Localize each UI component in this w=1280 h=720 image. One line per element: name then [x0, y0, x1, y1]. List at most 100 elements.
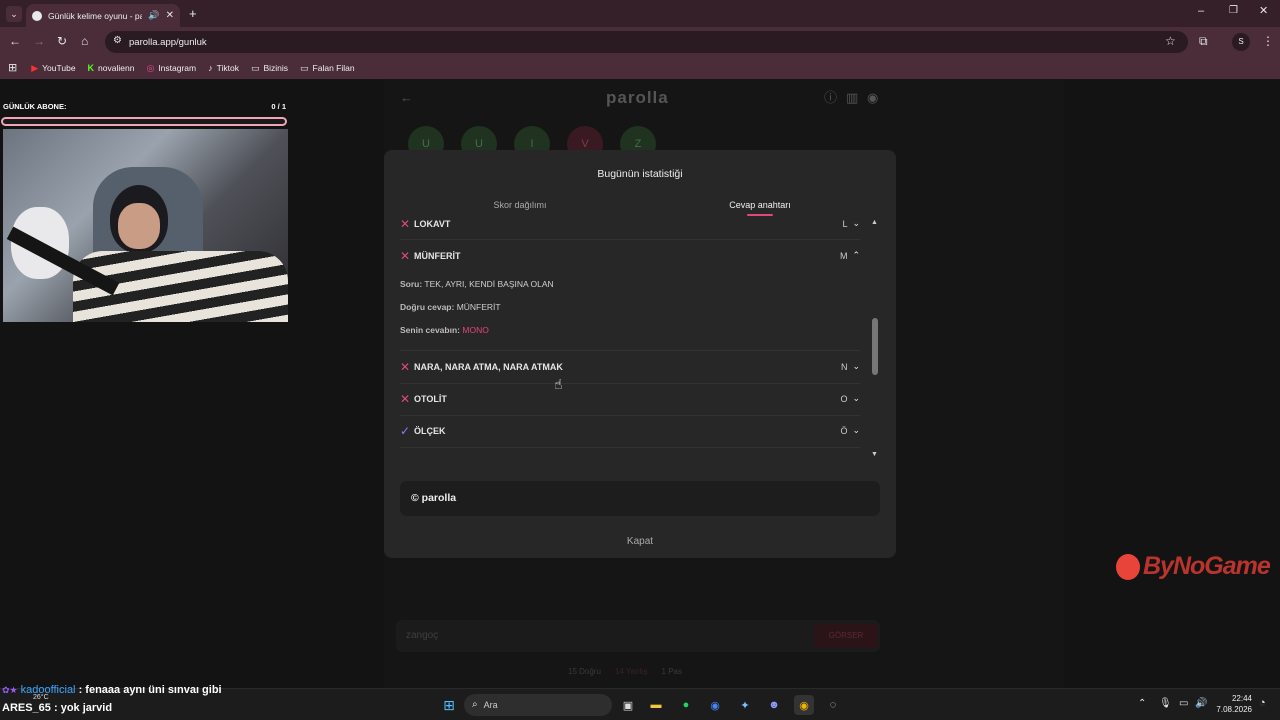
bookmark-youtube[interactable]: ▶ YouTube	[31, 63, 75, 73]
app-back-icon[interactable]: ←	[400, 91, 413, 104]
obs-icon[interactable]: ◌	[823, 695, 843, 715]
answer-letter: N	[840, 362, 848, 372]
profile-avatar[interactable]: S	[1232, 33, 1250, 51]
clock-time[interactable]: 22:44	[1214, 694, 1252, 703]
instagram-icon: ◎	[146, 62, 155, 73]
chrome-active-icon[interactable]: ◉	[794, 695, 814, 715]
notifications-icon[interactable]: ◔	[1259, 698, 1266, 709]
your-answer-line: Senin cevabın: MONO	[400, 325, 489, 335]
webcam-feed	[3, 129, 288, 322]
your-answer-label: Senin cevabın:	[400, 325, 460, 335]
task-view-icon[interactable]: ▣	[618, 695, 638, 715]
network-icon[interactable]: ▭	[1179, 699, 1188, 709]
answer-row[interactable]: ✕ MÜNFERİT M ⌃	[400, 246, 860, 266]
browser-menu-icon[interactable]: ⋮	[1262, 35, 1274, 47]
pass-count: 1 Pas	[661, 667, 683, 676]
answer-letter: M	[839, 251, 848, 261]
file-explorer-icon[interactable]: ▬	[646, 695, 666, 715]
discord-icon[interactable]: ☻	[764, 695, 784, 715]
bookmark-novalienn[interactable]: Knovalienn	[88, 63, 135, 73]
apps-grid-icon[interactable]: ⊞	[8, 62, 17, 74]
extensions-icon[interactable]: ⧉	[1199, 35, 1208, 47]
volume-icon[interactable]: 🔊	[1195, 699, 1207, 709]
answer-word: NARA, NARA ATMA, NARA ATMAK	[414, 362, 563, 372]
chat-text: : yok jarvid	[50, 702, 113, 714]
close-button[interactable]: Kapat	[600, 536, 680, 547]
bookmark-instagram[interactable]: ◎ Instagram	[146, 63, 196, 73]
row-divider	[400, 239, 860, 240]
scroll-up-icon[interactable]: ▲	[871, 219, 878, 226]
answer-row[interactable]: ✓ ÖLÇEK Ö ⌄	[400, 421, 860, 441]
site-info-icon[interactable]: ⚙	[113, 36, 122, 46]
answer-row[interactable]: ✕ NARA, NARA ATMA, NARA ATMAK N ⌄	[400, 357, 860, 377]
answer-input[interactable]: zangoç GÖRSER	[396, 620, 880, 652]
tray-chevron-icon[interactable]: ⌃	[1138, 699, 1146, 709]
user-icon[interactable]: ◉	[867, 91, 878, 104]
question-text: TEK, AYRI, KENDİ BAŞINA OLAN	[424, 279, 554, 289]
mic-icon[interactable]: 🎙	[1159, 699, 1172, 709]
wrong-icon: ✕	[400, 249, 411, 263]
info-icon[interactable]: ⓘ	[824, 91, 837, 104]
correct-check-icon: ✓	[400, 424, 411, 438]
bookmark-tiktok[interactable]: ♪ Tiktok	[208, 63, 239, 73]
tab-title: Günlük kelime oyunu - parc	[48, 10, 143, 21]
wrong-icon: ✕	[400, 392, 411, 406]
answer-word: MÜNFERİT	[414, 251, 461, 261]
chevron-down-icon: ⌄	[852, 393, 860, 403]
row-divider	[400, 350, 860, 351]
home-icon[interactable]: ⌂	[81, 35, 88, 47]
row-divider	[400, 447, 860, 448]
tab-answer-key[interactable]: Cevap anahtarı	[710, 200, 810, 210]
wrong-icon: ✕	[400, 217, 411, 231]
answer-row[interactable]: ✕ LOKAVT L ⌄	[400, 214, 860, 234]
minimize-icon[interactable]: –	[1198, 6, 1204, 17]
restore-icon[interactable]: ❐	[1229, 6, 1238, 16]
back-icon[interactable]: ←	[9, 35, 21, 47]
modal-title: Bugünün istatistiği	[597, 168, 683, 180]
bookmark-folder-falan-filan[interactable]: ▭ Falan Filan	[300, 63, 355, 73]
sub-goal-label: GÜNLÜK ABONE:	[3, 102, 67, 111]
youtube-icon: ▶	[31, 62, 39, 73]
your-answer-text: MONO	[462, 325, 489, 335]
chevron-down-icon: ⌄	[852, 361, 860, 371]
chat-text: : fenaaa aynı üni sınvaı gibi	[75, 684, 222, 696]
chevron-up-icon: ⌃	[852, 250, 860, 260]
app-icon[interactable]: ✦	[735, 695, 755, 715]
person-face-shape	[118, 203, 160, 249]
app-logo: parolla	[606, 88, 669, 107]
search-icon: ⌕	[472, 699, 478, 710]
clock-date[interactable]: 7.08.2026	[1208, 705, 1252, 714]
chat-message: ARES_65 : yok jarvid	[2, 702, 222, 720]
answer-row[interactable]: ✕ OTOLİT O ⌄	[400, 389, 860, 409]
window-close-icon[interactable]: ✕	[1259, 6, 1268, 17]
tab-close-icon[interactable]: ✕	[166, 10, 174, 21]
stats-icon[interactable]: ▥	[846, 91, 858, 104]
bookmark-folder-bizinis[interactable]: ▭ Bizinis	[251, 63, 288, 73]
forward-icon[interactable]: →	[33, 35, 45, 47]
chrome-icon[interactable]: ◉	[705, 695, 725, 715]
tab-audio-icon[interactable]: 🔊	[148, 11, 159, 20]
submit-button[interactable]: GÖRSER	[814, 624, 878, 648]
scroll-down-icon[interactable]: ▼	[871, 451, 878, 458]
answer-word: LOKAVT	[414, 219, 451, 229]
taskbar-search[interactable]: ⌕ Ara	[464, 694, 612, 716]
answer-word: OTOLİT	[414, 394, 447, 404]
browser-tab[interactable]: Günlük kelime oyunu - parc 🔊 ✕	[26, 4, 180, 27]
footer-brand: © parolla	[411, 492, 457, 504]
spotify-icon[interactable]: ●	[676, 695, 696, 715]
tab-score-distribution[interactable]: Skor dağılımı	[470, 200, 570, 210]
question-line: Soru: TEK, AYRI, KENDİ BAŞINA OLAN	[400, 279, 554, 289]
kick-icon: K	[87, 62, 95, 73]
chevron-down-icon: ⌄	[852, 425, 860, 435]
reload-icon[interactable]: ↻	[57, 35, 67, 47]
tab-search-icon[interactable]: ⌄	[6, 6, 22, 22]
correct-answer-line: Doğru cevap: MÜNFERİT	[400, 302, 501, 312]
address-bar[interactable]: ⚙ parolla.app/gunluk ☆	[105, 31, 1188, 53]
new-tab-icon[interactable]: +	[189, 7, 197, 20]
start-icon[interactable]: ⊞	[439, 695, 459, 715]
bookmark-star-icon[interactable]: ☆	[1165, 35, 1176, 47]
chat-message: ✿★ kadoofficial : fenaaa aynı üni sınvaı…	[2, 684, 222, 702]
chat-badges-icon: ✿★	[2, 685, 18, 695]
footer-brand-bar: © parolla	[400, 481, 880, 516]
scrollbar-thumb[interactable]	[872, 318, 878, 375]
